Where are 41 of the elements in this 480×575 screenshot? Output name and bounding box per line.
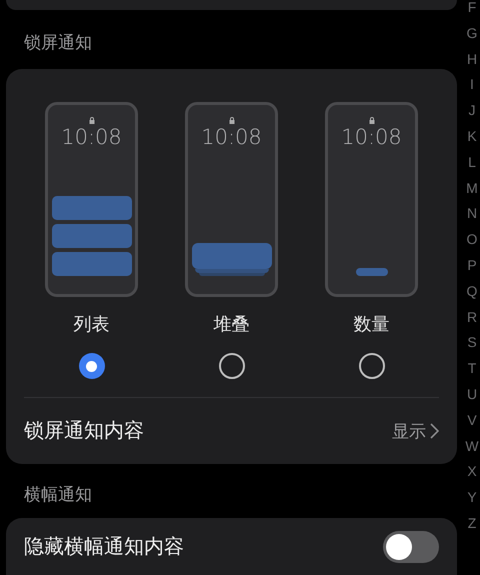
index-letter[interactable]: Q bbox=[466, 278, 478, 305]
index-letter[interactable]: L bbox=[468, 150, 476, 176]
section-title: 横幅通知 bbox=[23, 484, 93, 506]
index-letter[interactable]: P bbox=[467, 252, 477, 279]
style-radio[interactable] bbox=[218, 353, 244, 380]
style-label: 列表 bbox=[74, 313, 110, 336]
index-letter[interactable]: Y bbox=[467, 485, 477, 511]
section-title: 锁屏通知 bbox=[23, 32, 93, 54]
row-label: 锁屏通知内容 bbox=[24, 419, 144, 444]
index-letter[interactable]: F bbox=[468, 0, 476, 21]
row-value-link[interactable]: 显示 bbox=[392, 418, 439, 444]
index-letter[interactable]: Z bbox=[468, 510, 476, 537]
chevron-right-icon bbox=[430, 423, 439, 440]
index-letter[interactable]: R bbox=[466, 304, 478, 330]
style-label: 堆叠 bbox=[214, 313, 250, 336]
index-letter[interactable]: W bbox=[465, 434, 479, 460]
index-letter[interactable]: N bbox=[466, 201, 478, 228]
row-label: 隐藏横幅通知内容 bbox=[24, 534, 184, 560]
lock-icon bbox=[88, 117, 94, 124]
toggle-switch[interactable] bbox=[383, 530, 439, 563]
index-letter[interactable]: U bbox=[466, 382, 478, 408]
index-letter[interactable]: O bbox=[466, 227, 478, 253]
index-letter[interactable]: H bbox=[466, 46, 478, 72]
index-letter[interactable]: T bbox=[468, 356, 476, 382]
index-letter[interactable]: S bbox=[467, 330, 477, 356]
index-letter[interactable]: M bbox=[466, 176, 478, 202]
index-letter[interactable]: I bbox=[470, 72, 474, 98]
clock-time: 10:08 bbox=[61, 124, 122, 150]
style-radio[interactable] bbox=[358, 353, 384, 380]
clock-time: 10:08 bbox=[341, 124, 402, 150]
clock-time: 10:08 bbox=[201, 124, 262, 150]
notification-count-pill bbox=[356, 268, 388, 276]
lock-icon bbox=[228, 117, 234, 124]
index-letter[interactable]: X bbox=[467, 459, 477, 486]
lock-icon bbox=[368, 117, 374, 124]
index-letter[interactable]: J bbox=[468, 98, 476, 124]
index-letter[interactable]: K bbox=[467, 124, 477, 150]
index-letter[interactable]: G bbox=[466, 20, 478, 47]
style-radio[interactable] bbox=[78, 353, 104, 380]
index-letter[interactable]: V bbox=[467, 408, 477, 434]
style-label: 数量 bbox=[354, 313, 390, 336]
